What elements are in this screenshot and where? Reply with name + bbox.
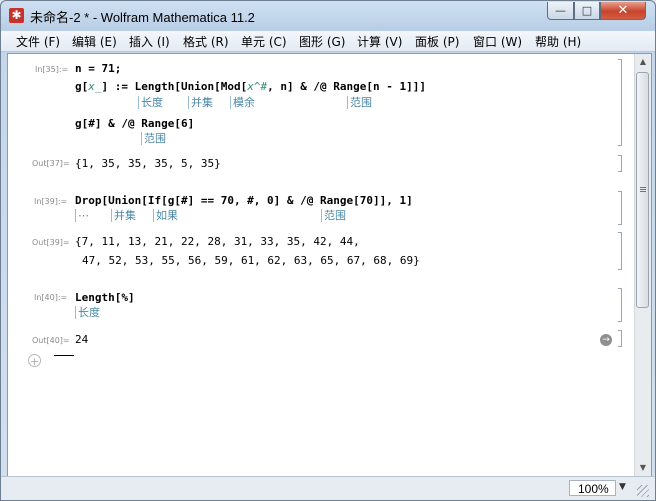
scroll-up-icon[interactable]: ▲ bbox=[635, 54, 651, 70]
autocomplete-tip: 范围 bbox=[141, 132, 166, 145]
input-line[interactable]: g[#] & /@ Range[6] bbox=[75, 117, 194, 130]
menu-graphics[interactable]: 图形 (G) bbox=[299, 33, 345, 50]
menu-edit[interactable]: 编辑 (E) bbox=[72, 33, 117, 50]
cell-bracket[interactable] bbox=[618, 330, 622, 347]
menu-format[interactable]: 格式 (R) bbox=[183, 33, 229, 50]
cell-bracket[interactable] bbox=[618, 288, 622, 322]
input-label: In[35]:= bbox=[35, 65, 69, 74]
go-arrow-icon[interactable]: → bbox=[600, 334, 612, 346]
add-cell-icon[interactable]: + bbox=[28, 354, 41, 368]
output-text: 24 bbox=[75, 333, 89, 346]
menu-cell[interactable]: 单元 (C) bbox=[241, 33, 287, 50]
chevron-down-icon[interactable]: ▼ bbox=[619, 482, 626, 492]
menu-palettes[interactable]: 面板 (P) bbox=[415, 33, 459, 50]
status-bar: 100% ▼ bbox=[1, 476, 655, 500]
output-label: Out[39]= bbox=[32, 238, 70, 247]
input-label: In[40]:= bbox=[34, 293, 68, 302]
mathematica-spikey-icon[interactable]: ✱ bbox=[9, 8, 24, 23]
input-line[interactable]: Length[%] bbox=[75, 291, 135, 304]
autocomplete-tip: 长度 bbox=[138, 96, 163, 109]
input-line[interactable]: n = 71; bbox=[75, 62, 121, 75]
title-bar[interactable]: ✱ 未命名-2 * - Wolfram Mathematica 11.2 — □… bbox=[1, 1, 655, 31]
cell-bracket[interactable] bbox=[618, 191, 622, 225]
output-text: {7, 11, 13, 21, 22, 28, 31, 33, 35, 42, … bbox=[75, 235, 360, 248]
zoom-level[interactable]: 100% bbox=[569, 480, 616, 496]
vertical-scrollbar[interactable]: ▲ ▼ bbox=[634, 54, 651, 476]
minimize-button[interactable]: — bbox=[547, 2, 574, 20]
output-label: Out[40]= bbox=[32, 336, 70, 345]
autocomplete-tip: ⋯ bbox=[75, 209, 89, 222]
window-title: 未命名-2 * - Wolfram Mathematica 11.2 bbox=[30, 10, 255, 25]
notebook-area[interactable]: In[35]:= n = 71; g[x_] := Length[Union[M… bbox=[7, 53, 652, 477]
menu-insert[interactable]: 插入 (I) bbox=[129, 33, 170, 50]
cell-bracket[interactable] bbox=[618, 155, 622, 172]
resize-grip-icon[interactable] bbox=[637, 485, 649, 497]
close-button[interactable]: ✕ bbox=[600, 2, 646, 20]
scrollbar-thumb[interactable] bbox=[636, 72, 649, 308]
input-line[interactable]: Drop[Union[If[g[#] == 70, #, 0] & /@ Ran… bbox=[75, 194, 413, 207]
output-text: 47, 52, 53, 55, 56, 59, 61, 62, 63, 65, … bbox=[82, 254, 420, 267]
menu-help[interactable]: 帮助 (H) bbox=[535, 33, 581, 50]
autocomplete-tip: 如果 bbox=[153, 209, 178, 222]
menu-evaluation[interactable]: 计算 (V) bbox=[357, 33, 402, 50]
autocomplete-tip: 范围 bbox=[321, 209, 346, 222]
autocomplete-tip: 并集 bbox=[111, 209, 136, 222]
autocomplete-tip: 并集 bbox=[188, 96, 213, 109]
cell-bracket[interactable] bbox=[618, 59, 622, 146]
input-line[interactable]: g[x_] := Length[Union[Mod[x^#, n] & /@ R… bbox=[75, 80, 426, 93]
menu-bar: 文件 (F) 编辑 (E) 插入 (I) 格式 (R) 单元 (C) 图形 (G… bbox=[1, 31, 655, 52]
maximize-button[interactable]: □ bbox=[574, 2, 600, 20]
scroll-down-icon[interactable]: ▼ bbox=[635, 460, 651, 476]
autocomplete-tip: 长度 bbox=[75, 306, 100, 319]
application-window: ✱ 未命名-2 * - Wolfram Mathematica 11.2 — □… bbox=[0, 0, 656, 501]
autocomplete-tip: 范围 bbox=[347, 96, 372, 109]
output-label: Out[37]= bbox=[32, 159, 70, 168]
menu-window[interactable]: 窗口 (W) bbox=[473, 33, 522, 50]
cell-bracket[interactable] bbox=[618, 232, 622, 270]
menu-file[interactable]: 文件 (F) bbox=[16, 33, 60, 50]
autocomplete-tip: 模余 bbox=[230, 96, 255, 109]
output-text: {1, 35, 35, 35, 5, 35} bbox=[75, 157, 221, 170]
input-label: In[39]:= bbox=[34, 197, 68, 206]
cell-insertion-point[interactable] bbox=[54, 355, 74, 356]
